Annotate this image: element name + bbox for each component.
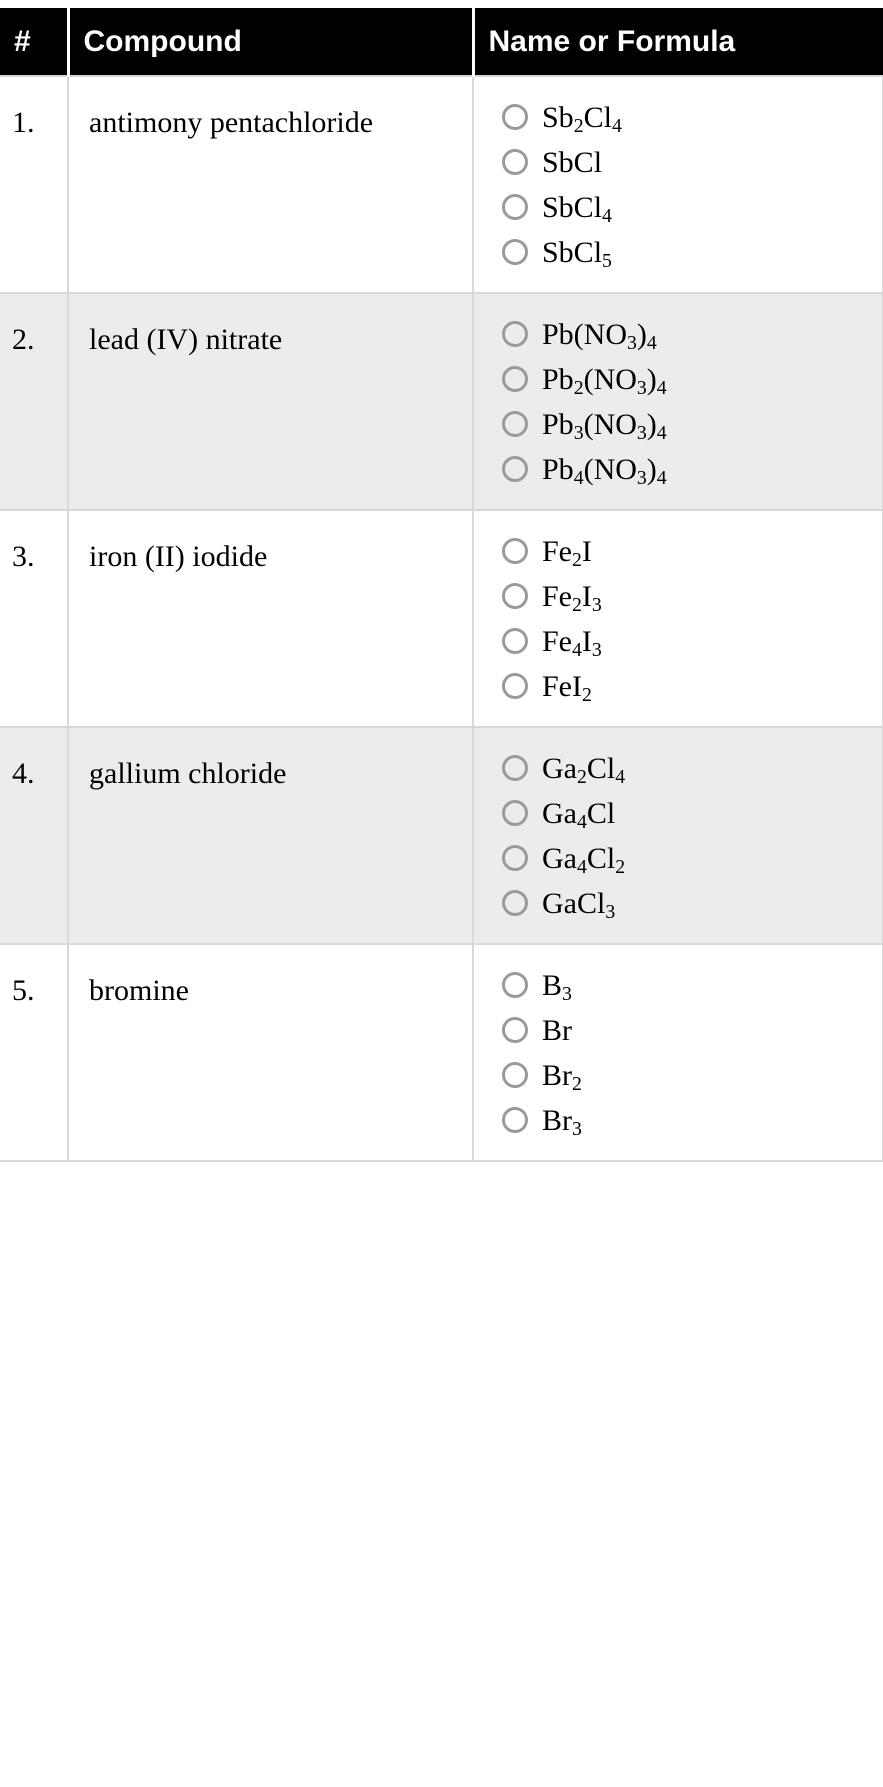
radio-unselected-icon[interactable]	[502, 583, 528, 610]
radio-unselected-icon[interactable]	[502, 1107, 528, 1134]
radio-unselected-icon[interactable]	[502, 456, 528, 483]
compound-name: iron (II) iodide	[68, 509, 474, 728]
radio-option[interactable]: SbCl	[502, 144, 872, 180]
radio-option[interactable]: Ga2Cl4	[502, 750, 872, 789]
compound-name: gallium chloride	[68, 726, 474, 945]
radio-unselected-icon[interactable]	[502, 755, 528, 782]
table-row: 5. bromine B3 Br Br2 Br3	[0, 943, 883, 1163]
quiz-table-container: # Compound Name or Formula 1. antimony pe…	[0, 0, 883, 1163]
table-row: 1. antimony pentachloride Sb2Cl4 SbCl SbCl4 S…	[0, 75, 883, 294]
answer-options-cell: Sb2Cl4 SbCl SbCl4 SbCl5	[473, 75, 883, 294]
table-row: 3. iron (II) iodide Fe2I Fe2I3 Fe4I3 FeI2	[0, 509, 883, 728]
row-number: 4.	[0, 726, 69, 945]
compound-name: bromine	[68, 943, 474, 1163]
radio-option-label: SbCl5	[542, 235, 612, 273]
compound-formula-quiz-table: # Compound Name or Formula 1. antimony pe…	[0, 8, 883, 1163]
radio-option-group: Pb(NO3)4 Pb2(NO3)4 Pb3(NO3)4 Pb4(NO3)4	[502, 316, 872, 490]
radio-unselected-icon[interactable]	[502, 673, 528, 700]
radio-option-label: Fe2I	[542, 534, 592, 572]
table-header: # Compound Name or Formula	[0, 8, 883, 77]
radio-option-label: FeI2	[542, 669, 592, 707]
column-header-answer: Name or Formula	[473, 8, 883, 77]
radio-option-label: Fe2I3	[542, 579, 602, 617]
radio-unselected-icon[interactable]	[502, 104, 528, 131]
radio-unselected-icon[interactable]	[502, 845, 528, 872]
table-row: 2. lead (IV) nitrate Pb(NO3)4 Pb2(NO3)4 Pb3(…	[0, 292, 883, 511]
radio-option-label: Ga4Cl2	[542, 841, 626, 879]
radio-option[interactable]: Ga4Cl2	[502, 840, 872, 879]
radio-option[interactable]: GaCl3	[502, 885, 872, 924]
radio-unselected-icon[interactable]	[502, 149, 528, 176]
radio-option-label: Br2	[542, 1058, 582, 1096]
answer-options-cell: Fe2I Fe2I3 Fe4I3 FeI2	[473, 509, 883, 728]
radio-option-label: Ga2Cl4	[542, 751, 626, 789]
radio-option[interactable]: Ga4Cl	[502, 795, 872, 834]
radio-option[interactable]: Br2	[502, 1057, 872, 1096]
radio-option-label: Pb(NO3)4	[542, 317, 657, 355]
radio-unselected-icon[interactable]	[502, 972, 528, 999]
radio-unselected-icon[interactable]	[502, 800, 528, 827]
radio-option[interactable]: FeI2	[502, 668, 872, 707]
radio-unselected-icon[interactable]	[502, 411, 528, 438]
radio-option[interactable]: Br	[502, 1012, 872, 1048]
radio-unselected-icon[interactable]	[502, 321, 528, 348]
radio-option-label: Br3	[542, 1103, 582, 1141]
radio-unselected-icon[interactable]	[502, 1062, 528, 1089]
radio-option[interactable]: Br3	[502, 1102, 872, 1141]
answer-options-cell: Ga2Cl4 Ga4Cl Ga4Cl2 GaCl3	[473, 726, 883, 945]
answer-options-cell: B3 Br Br2 Br3	[473, 943, 883, 1163]
radio-option-group: Sb2Cl4 SbCl SbCl4 SbCl5	[502, 99, 872, 273]
radio-option-group: B3 Br Br2 Br3	[502, 967, 872, 1141]
radio-option[interactable]: SbCl4	[502, 189, 872, 228]
radio-option-label: Pb3(NO3)4	[542, 407, 667, 445]
radio-unselected-icon[interactable]	[502, 628, 528, 655]
compound-name: lead (IV) nitrate	[68, 292, 474, 511]
table-body: 1. antimony pentachloride Sb2Cl4 SbCl SbCl4 S…	[0, 75, 883, 1163]
radio-unselected-icon[interactable]	[502, 890, 528, 917]
radio-option-group: Fe2I Fe2I3 Fe4I3 FeI2	[502, 533, 872, 707]
radio-option-label: Fe4I3	[542, 624, 602, 662]
compound-name: antimony pentachloride	[68, 75, 474, 294]
radio-option[interactable]: Pb(NO3)4	[502, 316, 872, 355]
column-header-compound: Compound	[68, 8, 475, 77]
radio-option-label: Br	[542, 1013, 572, 1047]
radio-option[interactable]: Pb4(NO3)4	[502, 451, 872, 490]
radio-option[interactable]: Pb2(NO3)4	[502, 361, 872, 400]
column-header-number: #	[0, 8, 70, 77]
radio-option[interactable]: Pb3(NO3)4	[502, 406, 872, 445]
answer-options-cell: Pb(NO3)4 Pb2(NO3)4 Pb3(NO3)4 Pb4(NO3)4	[473, 292, 883, 511]
row-number: 3.	[0, 509, 69, 728]
row-number: 2.	[0, 292, 69, 511]
radio-option-group: Ga2Cl4 Ga4Cl Ga4Cl2 GaCl3	[502, 750, 872, 924]
radio-option-label: Sb2Cl4	[542, 100, 622, 138]
radio-option-label: GaCl3	[542, 886, 616, 924]
radio-option-label: Ga4Cl	[542, 796, 616, 834]
radio-option[interactable]: SbCl5	[502, 234, 872, 273]
radio-option[interactable]: Fe2I	[502, 533, 872, 572]
header-row: # Compound Name or Formula	[0, 8, 883, 77]
radio-option-label: SbCl4	[542, 190, 612, 228]
radio-option[interactable]: Fe4I3	[502, 623, 872, 662]
radio-unselected-icon[interactable]	[502, 538, 528, 565]
radio-option-label: SbCl	[542, 145, 603, 179]
radio-option-label: Pb4(NO3)4	[542, 452, 667, 490]
radio-option-label: Pb2(NO3)4	[542, 362, 667, 400]
radio-option-label: B3	[542, 968, 572, 1006]
row-number: 5.	[0, 943, 69, 1163]
radio-option[interactable]: Sb2Cl4	[502, 99, 872, 138]
radio-option[interactable]: Fe2I3	[502, 578, 872, 617]
radio-unselected-icon[interactable]	[502, 194, 528, 221]
table-row: 4. gallium chloride Ga2Cl4 Ga4Cl Ga4Cl2 GaCl3	[0, 726, 883, 945]
radio-unselected-icon[interactable]	[502, 366, 528, 393]
radio-option[interactable]: B3	[502, 967, 872, 1006]
row-number: 1.	[0, 75, 69, 294]
radio-unselected-icon[interactable]	[502, 239, 528, 266]
radio-unselected-icon[interactable]	[502, 1017, 528, 1044]
